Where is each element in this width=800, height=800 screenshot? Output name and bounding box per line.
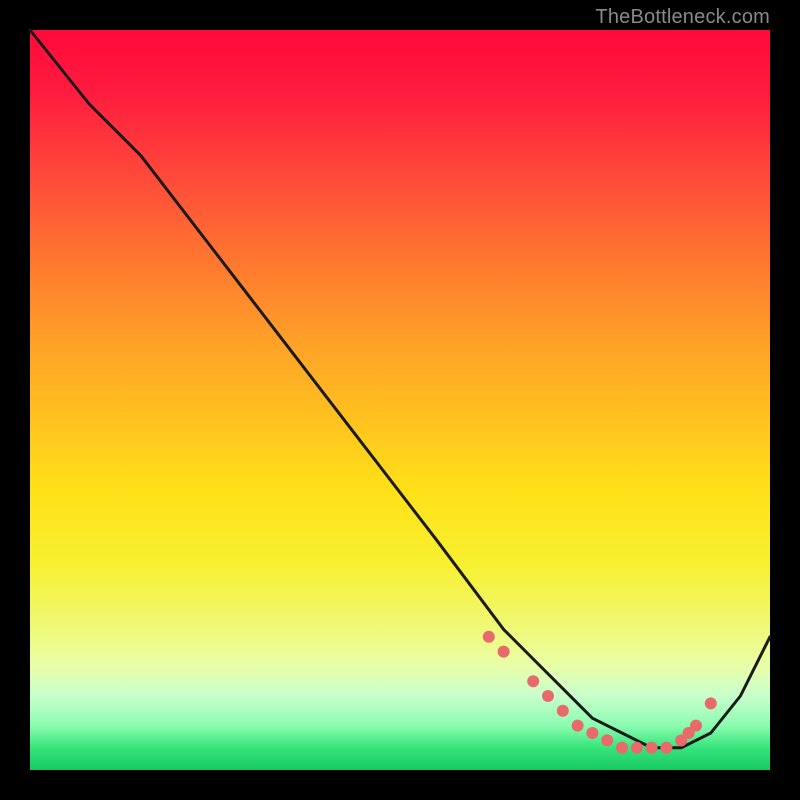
chart-svg <box>30 30 770 770</box>
highlight-dot <box>601 734 613 746</box>
plot-area <box>30 30 770 770</box>
highlight-dot <box>557 705 569 717</box>
watermark-text: TheBottleneck.com <box>595 6 770 29</box>
curve-path <box>30 30 770 748</box>
highlight-dot <box>586 727 598 739</box>
highlight-dot <box>498 646 510 658</box>
highlight-dots <box>483 631 717 754</box>
highlight-dot <box>483 631 495 643</box>
highlight-dot <box>690 720 702 732</box>
highlight-dot <box>660 742 672 754</box>
highlight-dot <box>631 742 643 754</box>
highlight-dot <box>572 720 584 732</box>
highlight-dot <box>542 690 554 702</box>
chart-container: TheBottleneck.com <box>0 0 800 800</box>
highlight-dot <box>705 697 717 709</box>
highlight-dot <box>616 742 628 754</box>
highlight-dot <box>646 742 658 754</box>
bottleneck-curve <box>30 30 770 748</box>
highlight-dot <box>527 675 539 687</box>
